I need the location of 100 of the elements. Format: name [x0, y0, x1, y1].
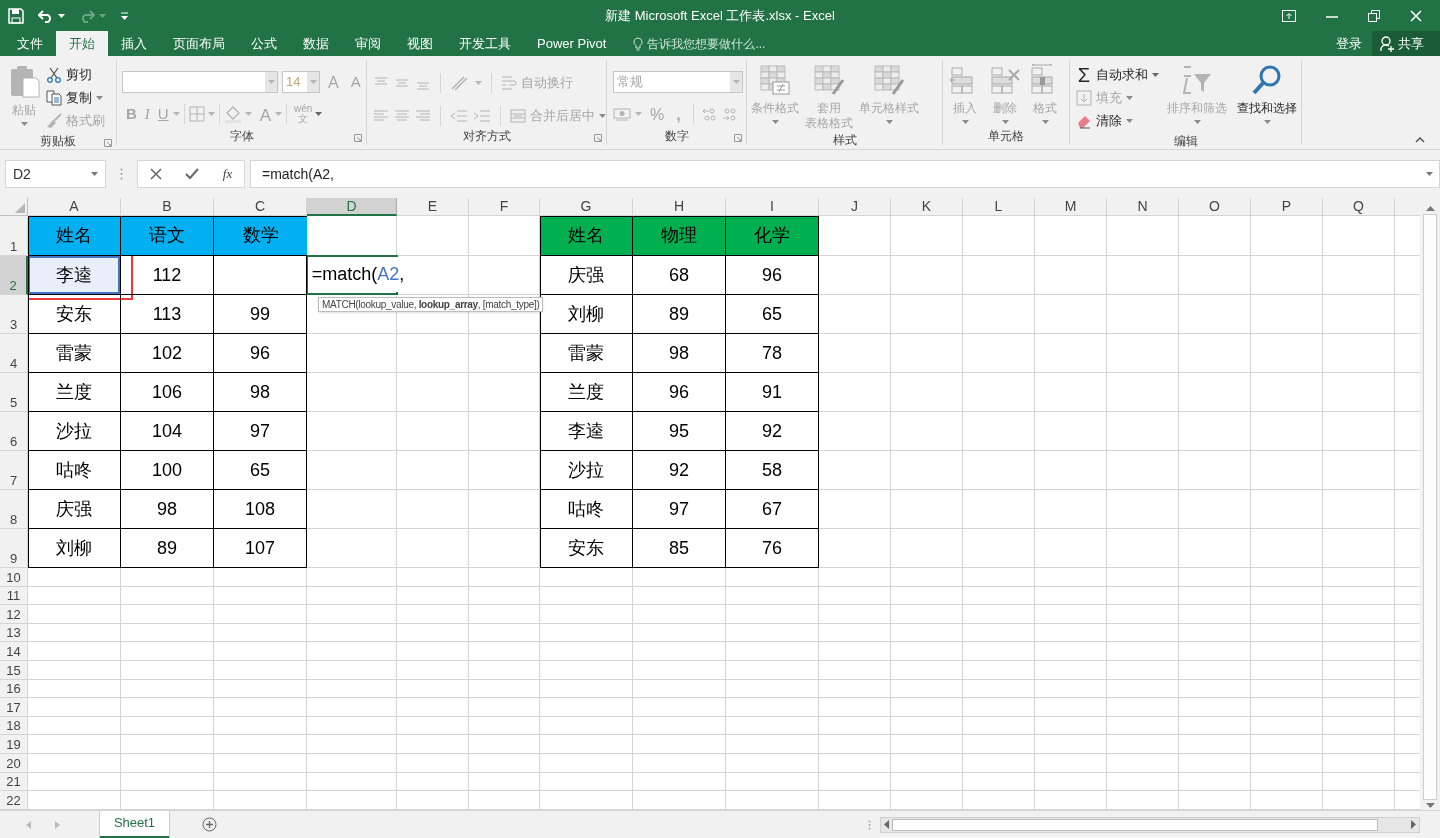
tell-me-field[interactable]: 告诉我您想要做什么... [647, 34, 818, 53]
ribbon-button[interactable]: 清除 [1076, 109, 1159, 132]
row-header[interactable]: 4 [0, 334, 28, 373]
ribbon-tab[interactable]: 插入 [108, 31, 160, 56]
row-header[interactable]: 1 [0, 216, 28, 256]
undo-icon[interactable] [38, 8, 54, 23]
align-left-icon[interactable] [373, 107, 389, 124]
column-header[interactable]: M [1035, 198, 1107, 216]
dialog-launcher-icon[interactable] [104, 139, 112, 147]
currency-icon[interactable] [613, 106, 631, 122]
column-header[interactable]: P [1251, 198, 1323, 216]
ribbon-button[interactable]: Σ 自动求和 [1076, 63, 1159, 86]
ribbon-tab[interactable]: 公式 [238, 31, 290, 56]
enter-check-icon[interactable] [185, 168, 200, 180]
row-header[interactable]: 5 [0, 373, 28, 412]
dialog-launcher-icon[interactable] [594, 134, 602, 142]
column-header[interactable]: F [469, 198, 540, 216]
decrease-indent-icon[interactable] [450, 107, 468, 124]
align-center-icon[interactable] [394, 107, 410, 124]
sheet-tab[interactable]: Sheet1 [100, 810, 169, 838]
row-header[interactable]: 2 [0, 256, 28, 295]
share-button[interactable]: 共享 [1372, 31, 1440, 56]
increase-decimal-icon[interactable] [701, 106, 718, 122]
customize-toolbar-icon[interactable] [120, 11, 129, 20]
ribbon-tab[interactable]: Power Pivot [524, 31, 620, 56]
cancel-icon[interactable] [149, 168, 162, 180]
vertical-scrollbar[interactable] [1420, 198, 1440, 810]
row-header[interactable]: 7 [0, 451, 28, 490]
caret-icon [635, 112, 642, 116]
name-box[interactable]: D2 [5, 160, 106, 188]
table-cell: 102 [121, 334, 214, 373]
close-icon[interactable] [1410, 9, 1422, 22]
table-cell: 85 [633, 529, 726, 568]
row-header[interactable]: 10 [0, 568, 28, 587]
horizontal-scrollbar[interactable] [880, 816, 1420, 833]
restore-icon[interactable] [1368, 9, 1380, 22]
column-header[interactable]: J [819, 198, 891, 216]
select-all-icon[interactable] [15, 203, 25, 213]
scroll-down-icon[interactable] [1425, 803, 1435, 808]
paste-icon [8, 64, 40, 98]
column-header[interactable]: L [963, 198, 1035, 216]
ribbon-tab[interactable]: 数据 [290, 31, 342, 56]
dialog-launcher-icon[interactable] [734, 134, 742, 142]
save-icon[interactable] [8, 7, 24, 24]
scroll-up-icon[interactable] [1425, 206, 1435, 211]
align-right-icon[interactable] [415, 107, 431, 124]
caret-icon [1126, 95, 1133, 100]
dialog-launcher-icon[interactable] [354, 134, 362, 142]
row-header[interactable]: 3 [0, 295, 28, 334]
previous-sheet-icon[interactable] [26, 820, 31, 829]
splitter-icon[interactable] [868, 819, 871, 830]
fill-color-icon[interactable] [223, 105, 242, 123]
column-header[interactable]: E [397, 198, 469, 216]
ribbon-tab[interactable]: 开发工具 [446, 31, 524, 56]
increase-indent-icon[interactable] [473, 107, 491, 124]
row-header[interactable]: 8 [0, 490, 28, 529]
table-cell: 96 [214, 334, 307, 373]
cell-edit-text[interactable]: =match(A2, [310, 257, 406, 292]
borders-icon[interactable] [188, 106, 205, 122]
column-header[interactable]: K [891, 198, 963, 216]
decrease-decimal-icon[interactable] [721, 106, 738, 122]
collapse-ribbon-icon[interactable] [1415, 137, 1425, 143]
scroll-left-icon[interactable] [884, 820, 889, 829]
column-header[interactable]: N [1107, 198, 1179, 216]
row-header[interactable]: 17 [0, 698, 28, 717]
table-cell: 99 [214, 295, 307, 334]
function-tooltip: MATCH(lookup_value, lookup_array, [match_type]) [318, 297, 544, 312]
table-cell: 98 [633, 334, 726, 373]
add-sheet-icon[interactable] [202, 817, 217, 832]
row-header[interactable]: 19 [0, 735, 28, 754]
table-cell: 庆强 [28, 490, 121, 529]
ribbon-tab[interactable]: 文件 [4, 31, 56, 56]
ribbon-tab[interactable]: 页面布局 [160, 31, 238, 56]
row-header[interactable]: 12 [0, 605, 28, 624]
row-header[interactable]: 6 [0, 412, 28, 451]
ribbon-display-icon[interactable] [1282, 9, 1296, 22]
row-header[interactable]: 14 [0, 642, 28, 661]
column-header[interactable]: O [1179, 198, 1251, 216]
caret-icon [275, 112, 283, 116]
ribbon-button[interactable]: 复制 [46, 86, 105, 109]
formula-field[interactable]: =match(A2, [250, 160, 1440, 188]
row-header[interactable]: 9 [0, 529, 28, 568]
ribbon-button[interactable]: 查找和选择 [1235, 60, 1299, 132]
insert-function-button[interactable]: fx [222, 164, 233, 184]
column-header[interactable]: Q [1323, 198, 1395, 216]
font-name-field[interactable] [122, 71, 278, 93]
ribbon-tab[interactable]: 审阅 [342, 31, 394, 56]
drag-handle-icon[interactable] [120, 168, 123, 180]
scroll-right-icon[interactable] [1411, 820, 1416, 829]
next-sheet-icon[interactable] [55, 820, 60, 829]
header-cell: 化学 [726, 216, 819, 256]
table-cell: 兰度 [540, 373, 633, 412]
row-header[interactable]: 22 [0, 791, 28, 810]
ribbon-button[interactable]: 剪切 [46, 63, 105, 86]
table-cell: 咕咚 [540, 490, 633, 529]
ribbon-tab[interactable]: 开始 [56, 31, 108, 56]
text-orientation-icon[interactable] [450, 74, 470, 91]
ribbon-tab[interactable]: 视图 [394, 31, 446, 56]
sign-in-link[interactable]: 登录 [1326, 31, 1372, 56]
column-header[interactable]: D [307, 198, 397, 216]
